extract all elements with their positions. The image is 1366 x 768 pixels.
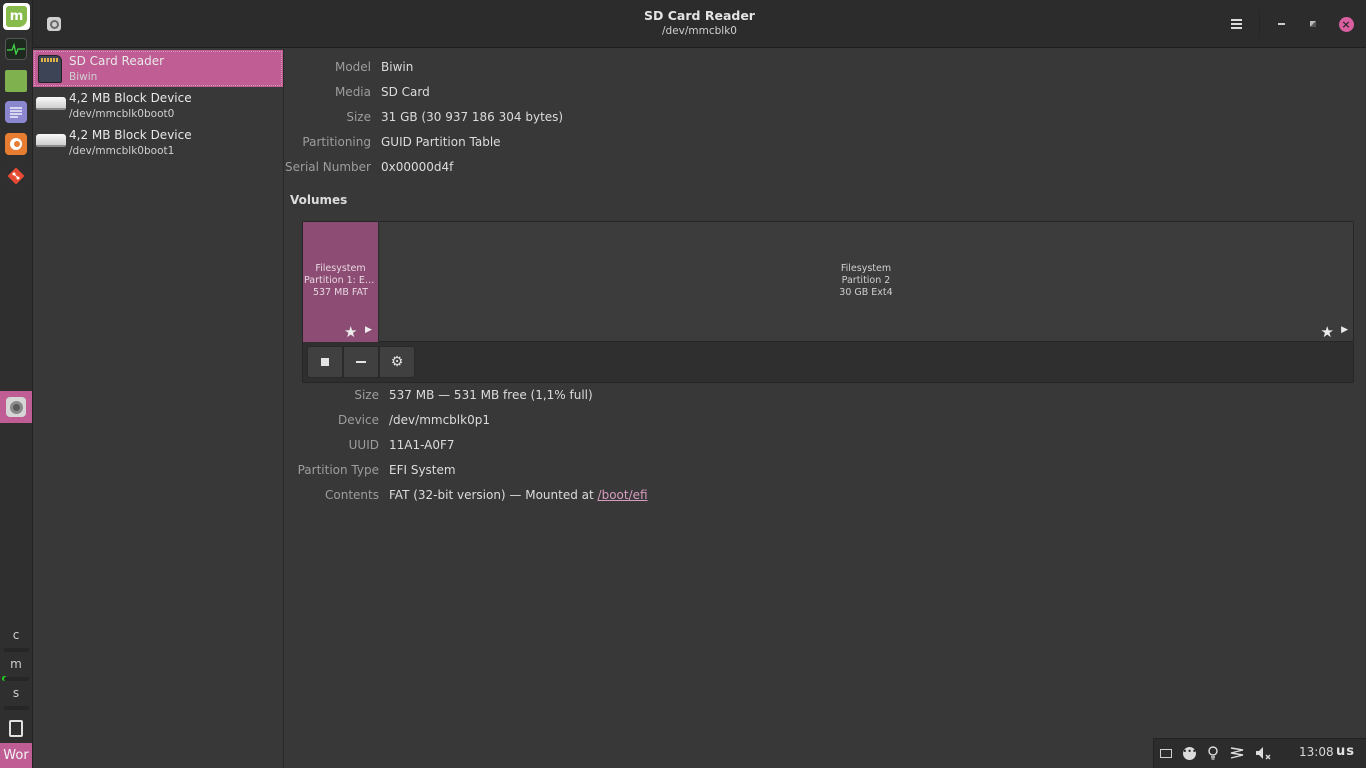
- info-label: Size: [354, 388, 379, 402]
- device-subtitle: Biwin: [69, 71, 98, 83]
- mounted-play-icon: ▶: [1341, 325, 1348, 335]
- mounted-play-icon: ▶: [365, 325, 372, 335]
- star-icon: ★: [1320, 323, 1334, 341]
- maximize-button[interactable]: [1301, 12, 1325, 36]
- network-icon[interactable]: [1229, 745, 1245, 761]
- device-item-block-device-boot1[interactable]: 4,2 MB Block Device /dev/mmcblk0boot1: [33, 124, 283, 161]
- mount-point-link[interactable]: /boot/efi: [598, 488, 648, 502]
- info-value: EFI System: [389, 463, 456, 477]
- stop-icon: [321, 358, 329, 366]
- info-label: Device: [337, 413, 379, 427]
- partition-name: Partition 1: EFI System: [304, 275, 378, 286]
- partition-options-button[interactable]: ⚙: [379, 346, 415, 378]
- window-subtitle: /dev/mmcblk0: [662, 25, 737, 37]
- info-label: UUID: [348, 438, 379, 452]
- info-value: GUID Partition Table: [381, 135, 501, 149]
- info-value: FAT (32-bit version) — Mounted at /boot/…: [389, 488, 648, 502]
- text-editor-icon[interactable]: [5, 101, 27, 123]
- info-value: Biwin: [381, 60, 414, 74]
- drive-icon: [36, 97, 66, 110]
- info-value: 537 MB — 531 MB free (1,1% full): [389, 388, 593, 402]
- device-item-sd-card-reader[interactable]: SD Card Reader Biwin: [33, 50, 283, 87]
- drive-icon: [36, 134, 66, 147]
- workspace-bar: [4, 648, 29, 652]
- mint-logo: m: [6, 6, 27, 27]
- workspace-bar: [4, 677, 29, 681]
- info-value: 0x00000d4f: [381, 160, 454, 174]
- contents-text: FAT (32-bit version) — Mounted at: [389, 488, 598, 502]
- close-button[interactable]: ×: [1334, 12, 1358, 36]
- drive-details: Model Biwin Media SD Card Size 31 GB (30…: [285, 49, 1366, 768]
- volume-muted-icon[interactable]: [1255, 745, 1271, 761]
- partition-map: Filesystem Partition 1: EFI System 537 M…: [303, 222, 1353, 342]
- volumes-panel: Filesystem Partition 1: EFI System 537 M…: [302, 221, 1354, 383]
- window-title: SD Card Reader: [644, 8, 755, 23]
- info-value: /dev/mmcblk0p1: [389, 413, 490, 427]
- info-label: Model: [334, 60, 371, 74]
- device-name: 4,2 MB Block Device: [69, 91, 192, 105]
- clock[interactable]: 13:08: [1299, 745, 1334, 759]
- files-icon[interactable]: [5, 70, 27, 92]
- workspace-c[interactable]: c: [0, 628, 32, 642]
- chat-icon[interactable]: •••: [1181, 745, 1197, 761]
- drive-menu-button[interactable]: [1224, 12, 1248, 36]
- device-item-block-device-boot0[interactable]: 4,2 MB Block Device /dev/mmcblk0boot0: [33, 87, 283, 124]
- hamburger-icon: [1230, 19, 1242, 29]
- gears-icon: ⚙: [390, 354, 404, 370]
- firefox-icon[interactable]: [5, 133, 27, 155]
- mint-menu-icon[interactable]: m: [3, 3, 30, 30]
- system-tray: ••• 13:08 us: [1153, 738, 1366, 768]
- workspace-m[interactable]: m: [0, 657, 32, 671]
- disk-icon: [6, 397, 26, 417]
- info-value: 31 GB (30 937 186 304 bytes): [381, 110, 564, 124]
- partition-size: 537 MB FAT: [312, 287, 369, 298]
- disks-app-icon[interactable]: [0, 391, 32, 423]
- maximize-icon: [1310, 21, 1316, 27]
- close-icon: ×: [1338, 16, 1354, 32]
- clipboard-icon[interactable]: [9, 720, 23, 737]
- unmount-button[interactable]: [307, 346, 343, 378]
- info-label: Contents: [325, 488, 379, 502]
- workspace-s[interactable]: s: [0, 686, 32, 700]
- sd-card-icon: [38, 55, 62, 83]
- delete-partition-button[interactable]: [343, 346, 379, 378]
- info-label: Partition Type: [297, 463, 379, 477]
- info-label: Partitioning: [302, 135, 371, 149]
- partition-kind: Filesystem: [315, 263, 366, 274]
- dock-panel: m c m s Wor: [0, 0, 33, 768]
- partition-size: 30 GB Ext4: [839, 287, 893, 298]
- star-icon: ★: [344, 323, 358, 341]
- system-monitor-icon[interactable]: [5, 38, 27, 60]
- display-off-icon[interactable]: [1158, 745, 1174, 761]
- header-separator: [1259, 10, 1260, 38]
- keyboard-layout-indicator[interactable]: us: [1336, 744, 1355, 759]
- info-label: Serial Number: [285, 160, 371, 174]
- device-name: SD Card Reader: [69, 54, 165, 68]
- volume-toolbar: ⚙: [307, 346, 415, 378]
- device-name: 4,2 MB Block Device: [69, 128, 192, 142]
- partition-kind: Filesystem: [840, 263, 892, 274]
- window-list-item[interactable]: Wor: [0, 743, 32, 768]
- volumes-heading: Volumes: [290, 193, 348, 207]
- minimize-icon: [1277, 23, 1285, 25]
- device-list: SD Card Reader Biwin 4,2 MB Block Device…: [33, 49, 284, 768]
- header-bar: SD Card Reader /dev/mmcblk0 ×: [33, 0, 1366, 48]
- info-label: Size: [346, 110, 371, 124]
- redshift-bulb-icon[interactable]: [1205, 745, 1221, 761]
- partition-2-block[interactable]: Filesystem Partition 2 30 GB Ext4 ★ ▶: [379, 222, 1353, 342]
- device-subtitle: /dev/mmcblk0boot0: [69, 108, 175, 120]
- partition-1-block[interactable]: Filesystem Partition 1: EFI System 537 M…: [303, 222, 379, 342]
- workspace-bar: [4, 706, 29, 710]
- device-subtitle: /dev/mmcblk0boot1: [69, 145, 175, 157]
- info-value: 11A1-A0F7: [389, 438, 455, 452]
- minimize-button[interactable]: [1269, 12, 1293, 36]
- minus-icon: [356, 361, 366, 363]
- info-label: Media: [334, 85, 371, 99]
- partition-name: Partition 2: [841, 275, 891, 286]
- chat-glyph: •••: [1182, 746, 1197, 760]
- git-icon[interactable]: [5, 165, 27, 187]
- info-value: SD Card: [381, 85, 430, 99]
